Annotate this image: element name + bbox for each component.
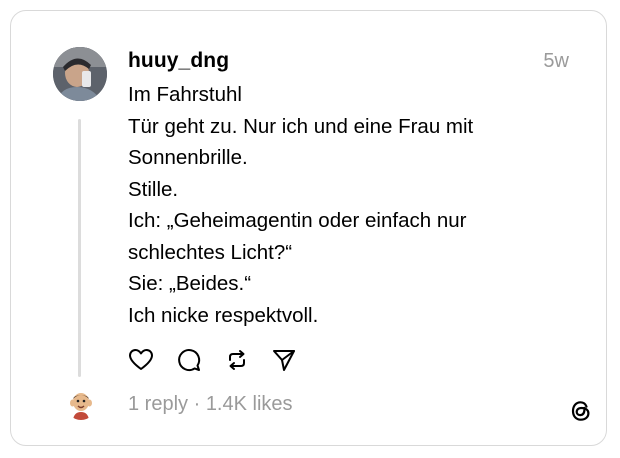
- reply-count[interactable]: 1 reply: [128, 393, 188, 415]
- share-button[interactable]: [271, 347, 297, 373]
- comment-icon: [178, 349, 201, 372]
- reply-avatar[interactable]: [66, 390, 96, 420]
- post-body: Im Fahrstuhl Tür geht zu. Nur ich und ei…: [128, 79, 548, 331]
- stats-separator: ·: [188, 393, 206, 415]
- post-card: huuy_dng 5w Im Fahrstuhl Tür geht zu. Nu…: [10, 10, 607, 446]
- thread-line: [78, 119, 81, 377]
- heart-icon: [129, 349, 153, 370]
- post-line: Im Fahrstuhl: [128, 83, 242, 106]
- comment-button[interactable]: [176, 347, 202, 373]
- post-time: 5w: [543, 50, 569, 72]
- post-line: Ich nicke respektvoll.: [128, 303, 319, 327]
- repost-button[interactable]: [224, 347, 250, 373]
- like-count[interactable]: 1.4K likes: [206, 393, 293, 415]
- post-line: Stille.: [128, 177, 179, 201]
- post-line: Tür geht zu. Nur ich und eine Frau mit: [128, 114, 474, 138]
- author-username[interactable]: huuy_dng: [128, 49, 229, 73]
- post-stats: 1 reply · 1.4K likes: [128, 393, 293, 416]
- post-line: Sie: „Beides.“: [128, 272, 252, 295]
- repost-icon: [229, 350, 245, 370]
- post-line: Sonnenbrille.: [128, 146, 248, 169]
- threads-logo-icon[interactable]: [567, 397, 595, 425]
- like-button[interactable]: [128, 347, 154, 373]
- share-icon: [273, 350, 295, 371]
- post-line: Ich: „Geheimagentin oder einfach nur: [128, 209, 467, 232]
- post-line: schlechtes Licht?“: [128, 240, 293, 264]
- author-avatar[interactable]: [53, 47, 107, 101]
